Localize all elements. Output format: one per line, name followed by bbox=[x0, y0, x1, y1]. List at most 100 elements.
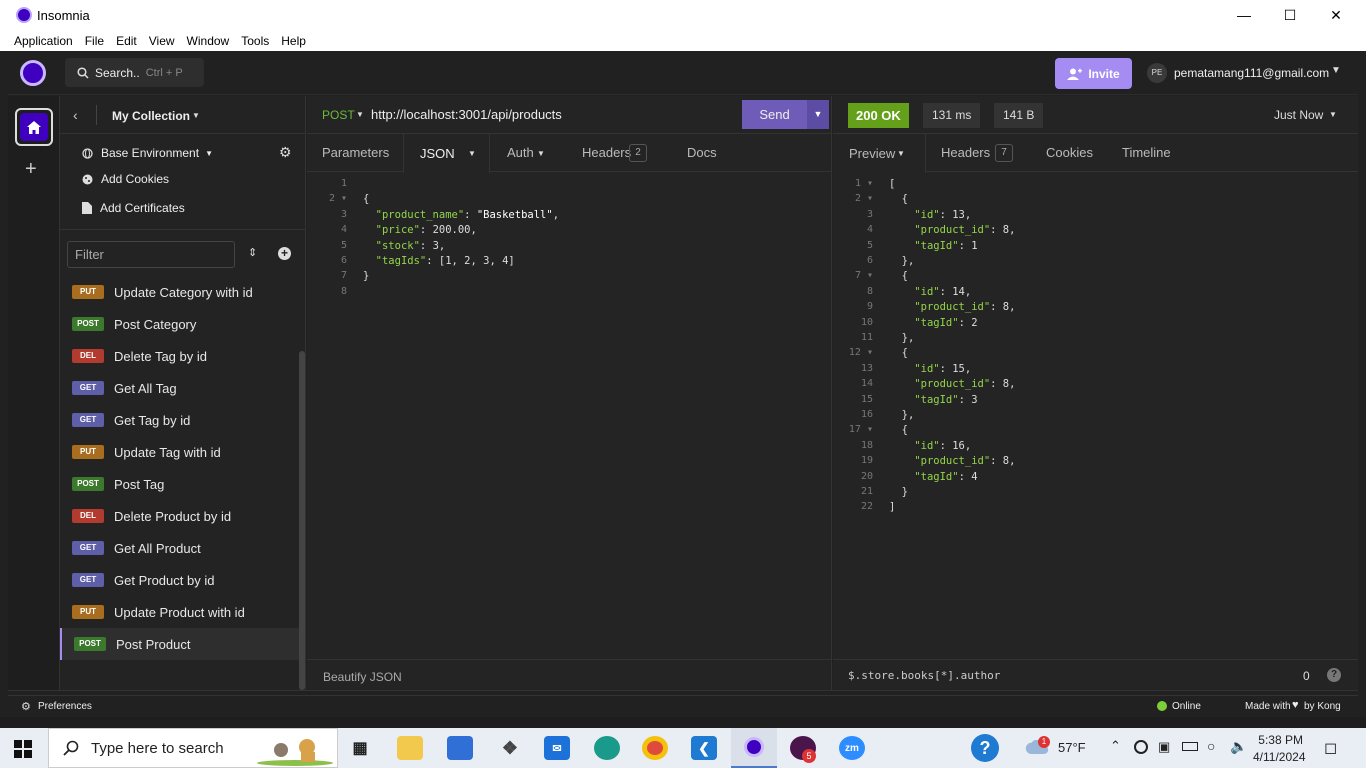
line-number: 1 ▾ bbox=[854, 178, 873, 189]
weather-temperature[interactable]: 57°F bbox=[1058, 740, 1086, 755]
add-workspace-icon[interactable]: + bbox=[25, 158, 37, 181]
list-item[interactable]: PUT Update Product with id bbox=[60, 596, 300, 628]
code-line: { bbox=[889, 424, 908, 437]
menu-bar: Application File Edit View Window Tools … bbox=[0, 30, 1366, 51]
chevron-down-icon[interactable]: ▼ bbox=[356, 110, 364, 119]
meet-now-icon[interactable]: ▣ bbox=[1158, 739, 1170, 755]
clock-date[interactable]: 4/11/2024 bbox=[1253, 750, 1306, 764]
list-item[interactable]: POST Post Category bbox=[60, 308, 300, 340]
add-request-icon[interactable]: + bbox=[278, 247, 291, 260]
record-icon[interactable] bbox=[1134, 740, 1148, 754]
line-number: 7 ▾ bbox=[854, 270, 873, 282]
close-button[interactable]: ✕ bbox=[1313, 0, 1359, 30]
tab-json[interactable]: JSON ▼ bbox=[403, 134, 490, 173]
preferences-button[interactable]: Preferences bbox=[38, 701, 92, 712]
add-certificates-button[interactable]: Add Certificates bbox=[82, 201, 185, 215]
clock-time[interactable]: 5:38 PM bbox=[1257, 733, 1303, 747]
response-preview[interactable]: 1 ▾[2 ▾ {3 "id": 13, 4 "product_id": 8, 5 … bbox=[833, 178, 1358, 648]
volume-icon[interactable]: 🔈 bbox=[1230, 738, 1247, 755]
sidebar: ‹ My Collection ▼ Base Environment ▼ ⚙ A… bbox=[60, 96, 306, 690]
task-view-icon[interactable]: ▦ bbox=[347, 736, 373, 760]
beautify-json-button[interactable]: Beautify JSON bbox=[323, 670, 402, 684]
menu-edit[interactable]: Edit bbox=[116, 34, 137, 48]
chevron-down-icon[interactable]: ▼ bbox=[1331, 65, 1341, 76]
back-icon[interactable]: ‹ bbox=[73, 107, 78, 123]
url-input[interactable]: http://localhost:3001/api/products bbox=[371, 107, 562, 122]
code-line: "id": 14, bbox=[914, 285, 972, 298]
tab-preview[interactable]: Preview ▼ bbox=[833, 134, 926, 173]
tab-headers[interactable]: Headers bbox=[941, 134, 990, 172]
dropbox-icon[interactable]: ❖ bbox=[497, 736, 523, 760]
list-item[interactable]: POST Post Product bbox=[60, 628, 300, 660]
edge-icon[interactable] bbox=[594, 736, 620, 760]
file-explorer-icon[interactable] bbox=[397, 736, 423, 760]
tab-cookies[interactable]: Cookies bbox=[1046, 134, 1093, 172]
list-item[interactable]: POST Post Tag bbox=[60, 468, 300, 500]
collection-name[interactable]: My Collection bbox=[112, 109, 190, 123]
notifications-icon[interactable]: ◻ bbox=[1324, 738, 1337, 758]
menu-view[interactable]: View bbox=[149, 34, 175, 48]
list-item[interactable]: GET Get All Tag bbox=[60, 372, 300, 404]
minimize-button[interactable]: — bbox=[1221, 0, 1267, 30]
list-item[interactable]: PUT Update Tag with id bbox=[60, 436, 300, 468]
list-item[interactable]: GET Get Tag by id bbox=[60, 404, 300, 436]
request-pane: POST ▼ http://localhost:3001/api/product… bbox=[307, 96, 832, 690]
tab-headers[interactable]: Headers bbox=[582, 134, 631, 172]
tab-auth[interactable]: Auth bbox=[507, 134, 534, 172]
history-selector[interactable]: Just Now bbox=[1274, 108, 1323, 122]
vscode-icon[interactable]: ❮ bbox=[691, 736, 717, 760]
menu-window[interactable]: Window bbox=[187, 34, 230, 48]
list-item[interactable]: DEL Delete Tag by id bbox=[60, 340, 300, 372]
method-badge: GET bbox=[72, 573, 104, 587]
wifi-icon[interactable]: ○ bbox=[1207, 738, 1215, 754]
battery-icon[interactable] bbox=[1182, 742, 1198, 751]
line-number: 10 bbox=[860, 316, 873, 328]
menu-file[interactable]: File bbox=[85, 34, 104, 48]
windows-start-icon[interactable] bbox=[14, 740, 32, 758]
tab-docs[interactable]: Docs bbox=[687, 134, 717, 172]
response-filter-input[interactable]: $.store.books[*].author bbox=[848, 669, 1000, 682]
filter-input[interactable]: Filter bbox=[67, 241, 235, 268]
menu-application[interactable]: Application bbox=[14, 34, 73, 48]
heart-icon: ♥ bbox=[1292, 699, 1299, 711]
chevron-down-icon[interactable]: ▼ bbox=[192, 111, 200, 120]
request-label: Get All Tag bbox=[114, 380, 177, 396]
user-email[interactable]: pematamang111@gmail.com bbox=[1174, 66, 1329, 80]
code-line: "tagIds": [1, 2, 3, 4] bbox=[375, 255, 515, 267]
line-number: 8 bbox=[340, 285, 347, 297]
add-cookies-button[interactable]: Add Cookies bbox=[82, 172, 169, 186]
mail-icon[interactable]: ✉ bbox=[544, 736, 570, 760]
chevron-down-icon[interactable]: ▼ bbox=[537, 149, 545, 158]
maximize-button[interactable]: ☐ bbox=[1267, 0, 1313, 30]
environment-selector[interactable]: Base Environment ▼ bbox=[82, 143, 282, 163]
method-selector[interactable]: POST bbox=[322, 108, 355, 122]
list-item[interactable]: PUT Update Category with id bbox=[60, 276, 300, 308]
gear-icon[interactable]: ⚙ bbox=[21, 700, 31, 713]
gear-icon[interactable]: ⚙ bbox=[279, 144, 292, 161]
insomnia-home-logo-icon[interactable] bbox=[20, 60, 46, 86]
menu-tools[interactable]: Tools bbox=[241, 34, 269, 48]
home-button[interactable] bbox=[15, 108, 53, 146]
list-item[interactable]: GET Get All Product bbox=[60, 532, 300, 564]
chrome-icon[interactable] bbox=[642, 736, 668, 760]
search-button[interactable]: Search.. Ctrl + P bbox=[65, 58, 204, 87]
taskbar-insomnia-active[interactable] bbox=[731, 728, 777, 768]
sort-icon[interactable]: ⇕ bbox=[248, 246, 257, 259]
microsoft-store-icon[interactable] bbox=[447, 736, 473, 760]
chevron-down-icon[interactable]: ▼ bbox=[1329, 110, 1337, 119]
invite-button[interactable]: Invite bbox=[1055, 58, 1132, 89]
tab-parameters[interactable]: Parameters bbox=[322, 134, 389, 172]
menu-help[interactable]: Help bbox=[281, 34, 306, 48]
chevron-up-icon[interactable]: ⌃ bbox=[1110, 738, 1121, 754]
sidebar-scrollbar[interactable] bbox=[299, 351, 305, 690]
send-options-chevron-icon[interactable]: ▼ bbox=[807, 100, 829, 129]
line-number: 5 bbox=[866, 239, 873, 251]
tab-timeline[interactable]: Timeline bbox=[1122, 134, 1171, 172]
help-icon[interactable]: ? bbox=[1327, 668, 1341, 682]
zoom-icon[interactable]: zm bbox=[839, 736, 865, 760]
help-icon[interactable]: ? bbox=[971, 734, 999, 762]
json-body-editor[interactable]: 1 2 ▾ {3 "product_name": "Basketball", 4 "… bbox=[307, 178, 832, 648]
list-item[interactable]: DEL Delete Product by id bbox=[60, 500, 300, 532]
send-button[interactable]: Send bbox=[742, 100, 807, 129]
list-item[interactable]: GET Get Product by id bbox=[60, 564, 300, 596]
